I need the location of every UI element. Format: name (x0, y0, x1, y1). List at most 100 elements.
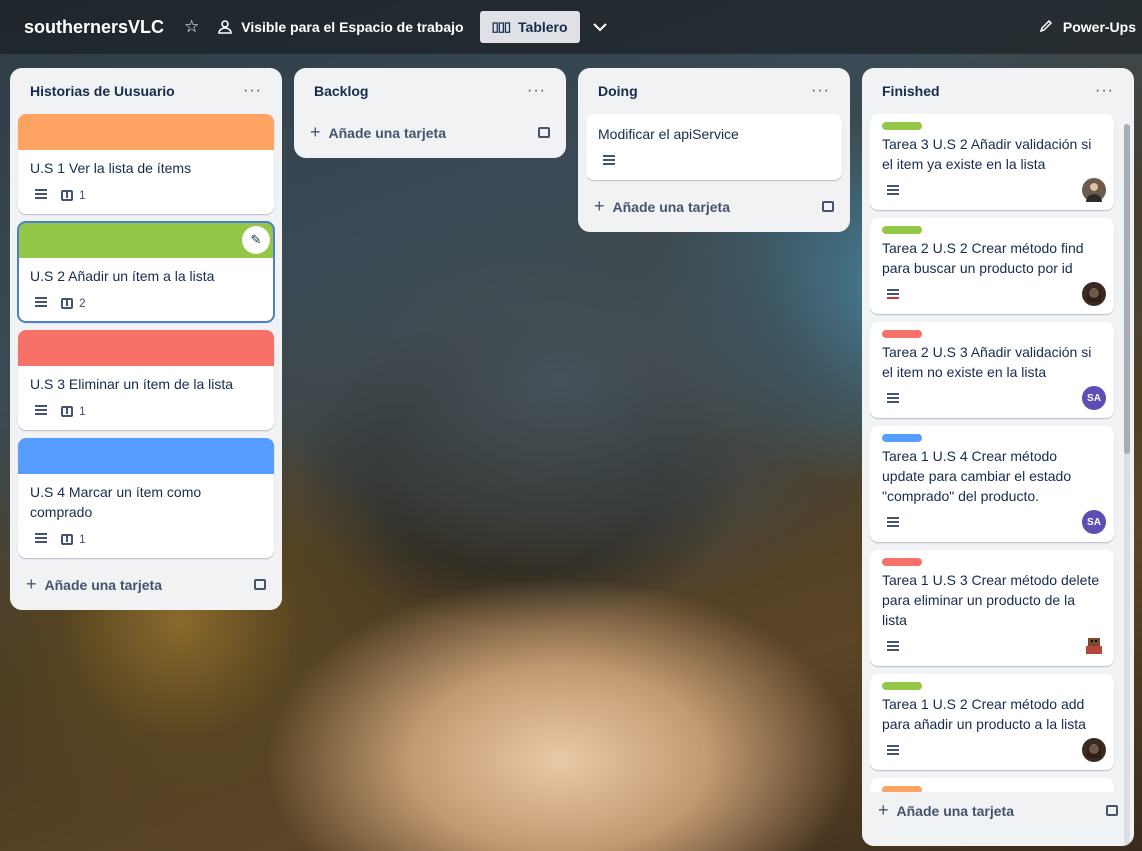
description-icon (887, 641, 899, 653)
label-blue (882, 434, 922, 442)
list-historias: Historias de Uusuario ··· U.S 1 Ver la l… (10, 68, 282, 610)
scrollbar-thumb[interactable] (1124, 124, 1130, 454)
card-title: Tarea 2 U.S 3 Añadir validación si el it… (882, 344, 1092, 380)
description-icon (603, 155, 615, 167)
card-title: U.S 1 Ver la lista de ítems (30, 160, 192, 176)
description-icon (887, 185, 899, 197)
add-card-button[interactable]: + Añade una tarjeta (18, 566, 274, 602)
label-red (882, 558, 922, 566)
add-card-button[interactable]: + Añade una tarjeta (870, 792, 1126, 828)
card-title: Modificar el apiService (598, 126, 739, 142)
card[interactable]: U.S 1 Ver la lista de ítems 1 (18, 114, 274, 214)
card[interactable] (870, 778, 1114, 792)
card-cover (18, 114, 274, 150)
checklist-icon (61, 189, 73, 201)
list-header: Backlog ··· (302, 68, 558, 114)
list-title[interactable]: Backlog (314, 83, 368, 99)
card-title: U.S 3 Eliminar un ítem de la lista (30, 376, 234, 392)
label-green (882, 122, 922, 130)
template-icon[interactable] (1106, 804, 1118, 816)
plus-icon: + (310, 121, 321, 142)
avatar[interactable] (1082, 634, 1106, 658)
visibility-button[interactable]: Visible para el Espacio de trabajo (217, 19, 464, 35)
card[interactable]: Modificar el apiService (586, 114, 842, 180)
checklist-icon (61, 297, 73, 309)
card-title: U.S 4 Marcar un ítem como comprado (30, 484, 202, 520)
card[interactable]: Tarea 1 U.S 3 Crear método delete para e… (870, 550, 1114, 666)
card-title: Tarea 1 U.S 3 Crear método delete para e… (882, 572, 1100, 628)
list-header: Doing ··· (586, 68, 842, 114)
add-card-button[interactable]: + Añade una tarjeta (586, 188, 842, 224)
list-title[interactable]: Historias de Uusuario (30, 83, 175, 99)
checklist-icon (61, 405, 73, 417)
plus-icon: + (594, 195, 605, 216)
avatar[interactable]: SA (1082, 510, 1106, 534)
list-doing: Doing ··· Modificar el apiService + Añade… (578, 68, 850, 232)
board-view-label: Tablero (518, 19, 568, 35)
pencil-icon[interactable]: ✎ (242, 226, 270, 254)
checklist-icon (61, 533, 73, 545)
star-icon[interactable]: ☆ (184, 17, 199, 37)
workspace-icon (218, 20, 233, 34)
more-icon[interactable]: ··· (243, 82, 262, 100)
label-red (882, 330, 922, 338)
description-icon (35, 405, 47, 417)
add-card-button[interactable]: + Añade una tarjeta (302, 114, 558, 150)
chevron-down-icon[interactable] (592, 19, 608, 35)
description-icon (35, 297, 47, 309)
card[interactable]: Tarea 2 U.S 2 Crear método find para bus… (870, 218, 1114, 314)
label-green (882, 682, 922, 690)
add-card-label: Añade una tarjeta (44, 576, 162, 593)
more-icon[interactable]: ··· (1095, 82, 1114, 100)
add-card-label: Añade una tarjeta (612, 198, 730, 215)
list-header: Finished ··· (870, 68, 1126, 114)
rocket-icon (1039, 19, 1053, 36)
card[interactable]: Tarea 2 U.S 3 Añadir validación si el it… (870, 322, 1114, 418)
plus-icon: + (878, 799, 889, 820)
description-icon (35, 533, 47, 545)
power-ups-button[interactable]: Power-Ups (1039, 0, 1136, 54)
template-icon[interactable] (254, 578, 266, 590)
card-title: Tarea 2 U.S 2 Crear método find para bus… (882, 240, 1084, 276)
card[interactable]: Tarea 1 U.S 2 Crear método add para añad… (870, 674, 1114, 770)
board-header: southernersVLC ☆ Visible para el Espacio… (0, 0, 1142, 54)
card[interactable]: U.S 3 Eliminar un ítem de la lista 1 (18, 330, 274, 430)
card-title: Tarea 1 U.S 2 Crear método add para añad… (882, 696, 1086, 732)
description-icon (887, 393, 899, 405)
avatar[interactable] (1082, 178, 1106, 202)
checklist-badge: 2 (61, 296, 86, 310)
card[interactable]: ✎ U.S 2 Añadir un ítem a la lista 2 (17, 221, 275, 323)
list-title[interactable]: Finished (882, 83, 940, 99)
card[interactable]: U.S 4 Marcar un ítem como comprado 1 (18, 438, 274, 558)
list-title[interactable]: Doing (598, 83, 638, 99)
board-title[interactable]: southernersVLC (24, 17, 164, 38)
avatar[interactable] (1082, 738, 1106, 762)
template-icon[interactable] (822, 200, 834, 212)
board-icon: ▯▯▯ (491, 19, 511, 34)
checklist-badge: 1 (61, 188, 86, 202)
card[interactable]: Tarea 1 U.S 4 Crear método update para c… (870, 426, 1114, 542)
label-orange (882, 786, 922, 792)
card-container: Tarea 3 U.S 2 Añadir validación si el it… (870, 114, 1126, 792)
card-cover (18, 438, 274, 474)
add-card-label: Añade una tarjeta (328, 124, 446, 141)
description-icon (35, 189, 47, 201)
label-green (882, 226, 922, 234)
add-card-label: Añade una tarjeta (896, 802, 1014, 819)
list-header: Historias de Uusuario ··· (18, 68, 274, 114)
card-cover (18, 222, 274, 258)
avatar[interactable]: SA (1082, 386, 1106, 410)
list-backlog: Backlog ··· + Añade una tarjeta (294, 68, 566, 158)
description-icon (887, 745, 899, 757)
scrollbar[interactable] (1124, 124, 1130, 846)
more-icon[interactable]: ··· (811, 82, 830, 100)
avatar[interactable] (1082, 282, 1106, 306)
card-title: Tarea 3 U.S 2 Añadir validación si el it… (882, 136, 1092, 172)
list-finished: Finished ··· Tarea 3 U.S 2 Añadir valida… (862, 68, 1134, 846)
template-icon[interactable] (538, 126, 550, 138)
more-icon[interactable]: ··· (527, 82, 546, 100)
card[interactable]: Tarea 3 U.S 2 Añadir validación si el it… (870, 114, 1114, 210)
board-view-button[interactable]: ▯▯▯ Tablero (479, 11, 580, 43)
checklist-badge: 1 (61, 404, 86, 418)
card-cover (18, 330, 274, 366)
